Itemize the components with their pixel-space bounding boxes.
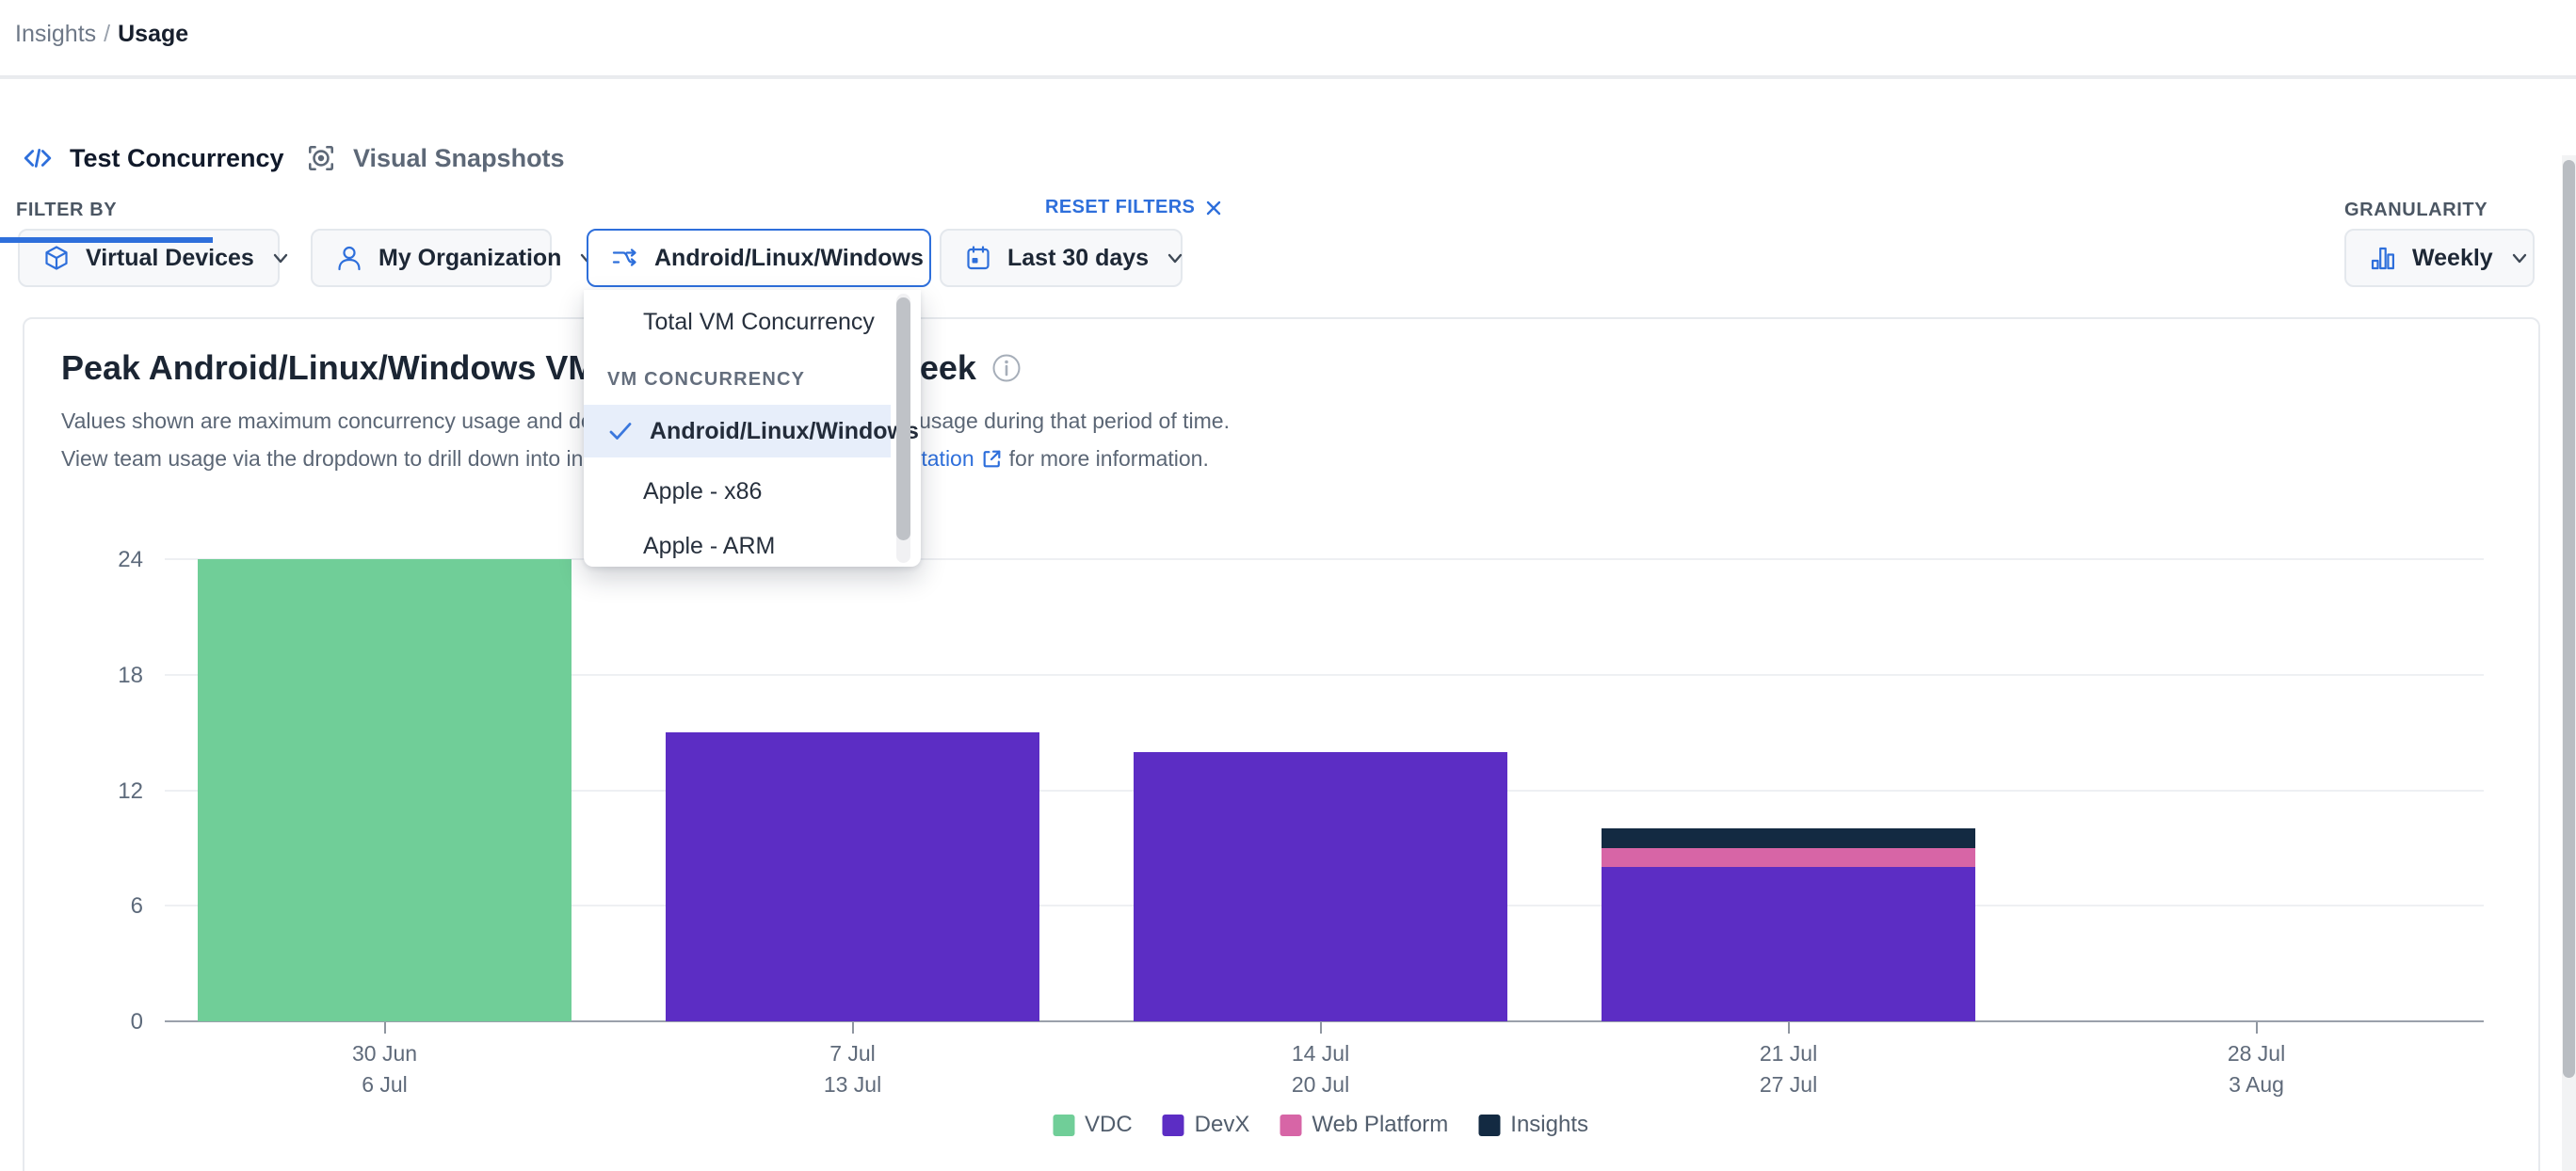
legend-label: Insights (1510, 1112, 1588, 1138)
filter-label: My Organization (378, 245, 561, 272)
cube-icon (42, 244, 71, 272)
filter-date-range-dropdown[interactable]: Last 30 days (940, 229, 1183, 287)
dropdown-item-android-linux-windows[interactable]: Android/Linux/Windows (584, 405, 891, 457)
chart-legend: VDC DevX Web Platform Insights (1053, 1112, 1588, 1138)
dropdown-item-total-vm-concurrency[interactable]: Total VM Concurrency (584, 297, 891, 346)
breadcrumb-section[interactable]: Insights (15, 21, 96, 47)
filter-label: Virtual Devices (86, 245, 254, 272)
dropdown-item-label: Apple - ARM (643, 533, 775, 560)
chevron-down-icon (269, 247, 292, 269)
filter-organization-dropdown[interactable]: My Organization (311, 229, 552, 287)
breadcrumb-page-title: Usage (118, 21, 188, 47)
tab-label: Test Concurrency (70, 144, 284, 173)
granularity-label: GRANULARITY (2344, 200, 2487, 221)
bar-segment-devx[interactable] (1602, 867, 1976, 1021)
bar-segment-vdc[interactable] (198, 559, 572, 1021)
granularity-dropdown[interactable]: Weekly (2344, 229, 2535, 287)
dropdown-scrollbar-track[interactable] (896, 294, 910, 563)
dropdown-scrollbar-thumb[interactable] (896, 297, 910, 540)
code-icon (23, 143, 53, 173)
insights-usage-page: Insights / Usage Test Concurrency Visual S… (0, 0, 2576, 1171)
breadcrumb-separator: / (104, 21, 110, 47)
vm-type-dropdown-menu: Total VM Concurrency VM CONCURRENCY Andr… (584, 290, 921, 567)
legend-swatch (1280, 1115, 1301, 1136)
dropdown-section-label: VM CONCURRENCY (607, 369, 805, 391)
legend-label: DevX (1195, 1112, 1250, 1138)
bar-segment-web-platform[interactable] (1602, 848, 1976, 867)
legend-swatch (1163, 1115, 1184, 1136)
bar-segment-devx[interactable] (1134, 752, 1508, 1021)
external-link-icon[interactable] (980, 447, 1004, 471)
bar-segment-insights[interactable] (1602, 828, 1976, 847)
info-icon[interactable] (991, 353, 1022, 383)
filter-by-label: FILTER BY (16, 200, 117, 221)
person-icon (335, 244, 363, 272)
check-icon (607, 418, 634, 444)
tab-bar: Test Concurrency Visual Snapshots (0, 77, 2576, 166)
shuffle-icon (611, 244, 639, 272)
dropdown-item-apple-arm[interactable]: Apple - ARM (584, 521, 891, 570)
tab-visual-snapshots[interactable]: Visual Snapshots (306, 77, 565, 239)
legend-item-vdc[interactable]: VDC (1053, 1112, 1133, 1138)
dropdown-item-label: Total VM Concurrency (643, 309, 875, 336)
chevron-down-icon (1164, 247, 1186, 269)
page-scrollbar-track[interactable] (2562, 155, 2576, 1171)
bar-segment-devx[interactable] (666, 732, 1040, 1021)
close-icon (1204, 199, 1223, 217)
subtitle-text: for more information. (1009, 446, 1209, 472)
granularity-value: Weekly (2412, 245, 2493, 272)
filter-vm-type-dropdown[interactable]: Android/Linux/Windows (587, 229, 931, 287)
legend-label: Web Platform (1312, 1112, 1448, 1138)
legend-swatch (1478, 1115, 1500, 1136)
dropdown-item-label: Apple - x86 (643, 478, 762, 505)
legend-label: VDC (1085, 1112, 1133, 1138)
dropdown-item-label: Android/Linux/Windows (650, 418, 919, 445)
legend-item-web-platform[interactable]: Web Platform (1280, 1112, 1448, 1138)
filter-label: Last 30 days (1007, 245, 1149, 272)
breadcrumb: Insights / Usage (15, 21, 188, 48)
dropdown-item-apple-x86[interactable]: Apple - x86 (584, 467, 891, 516)
reset-filters-button[interactable]: RESET FILTERS (1045, 197, 1223, 218)
reset-filters-label: RESET FILTERS (1045, 197, 1195, 218)
filter-label: Android/Linux/Windows (654, 245, 924, 272)
snapshot-eye-icon (306, 143, 336, 173)
calendar-icon (964, 244, 992, 272)
chevron-down-icon (2508, 247, 2531, 269)
active-tab-underline (0, 237, 213, 243)
page-scrollbar-thumb[interactable] (2563, 160, 2575, 1078)
legend-item-insights[interactable]: Insights (1478, 1112, 1588, 1138)
legend-item-devx[interactable]: DevX (1163, 1112, 1250, 1138)
tab-label: Visual Snapshots (353, 144, 565, 173)
bar-chart-icon (2369, 244, 2397, 272)
legend-swatch (1053, 1115, 1074, 1136)
